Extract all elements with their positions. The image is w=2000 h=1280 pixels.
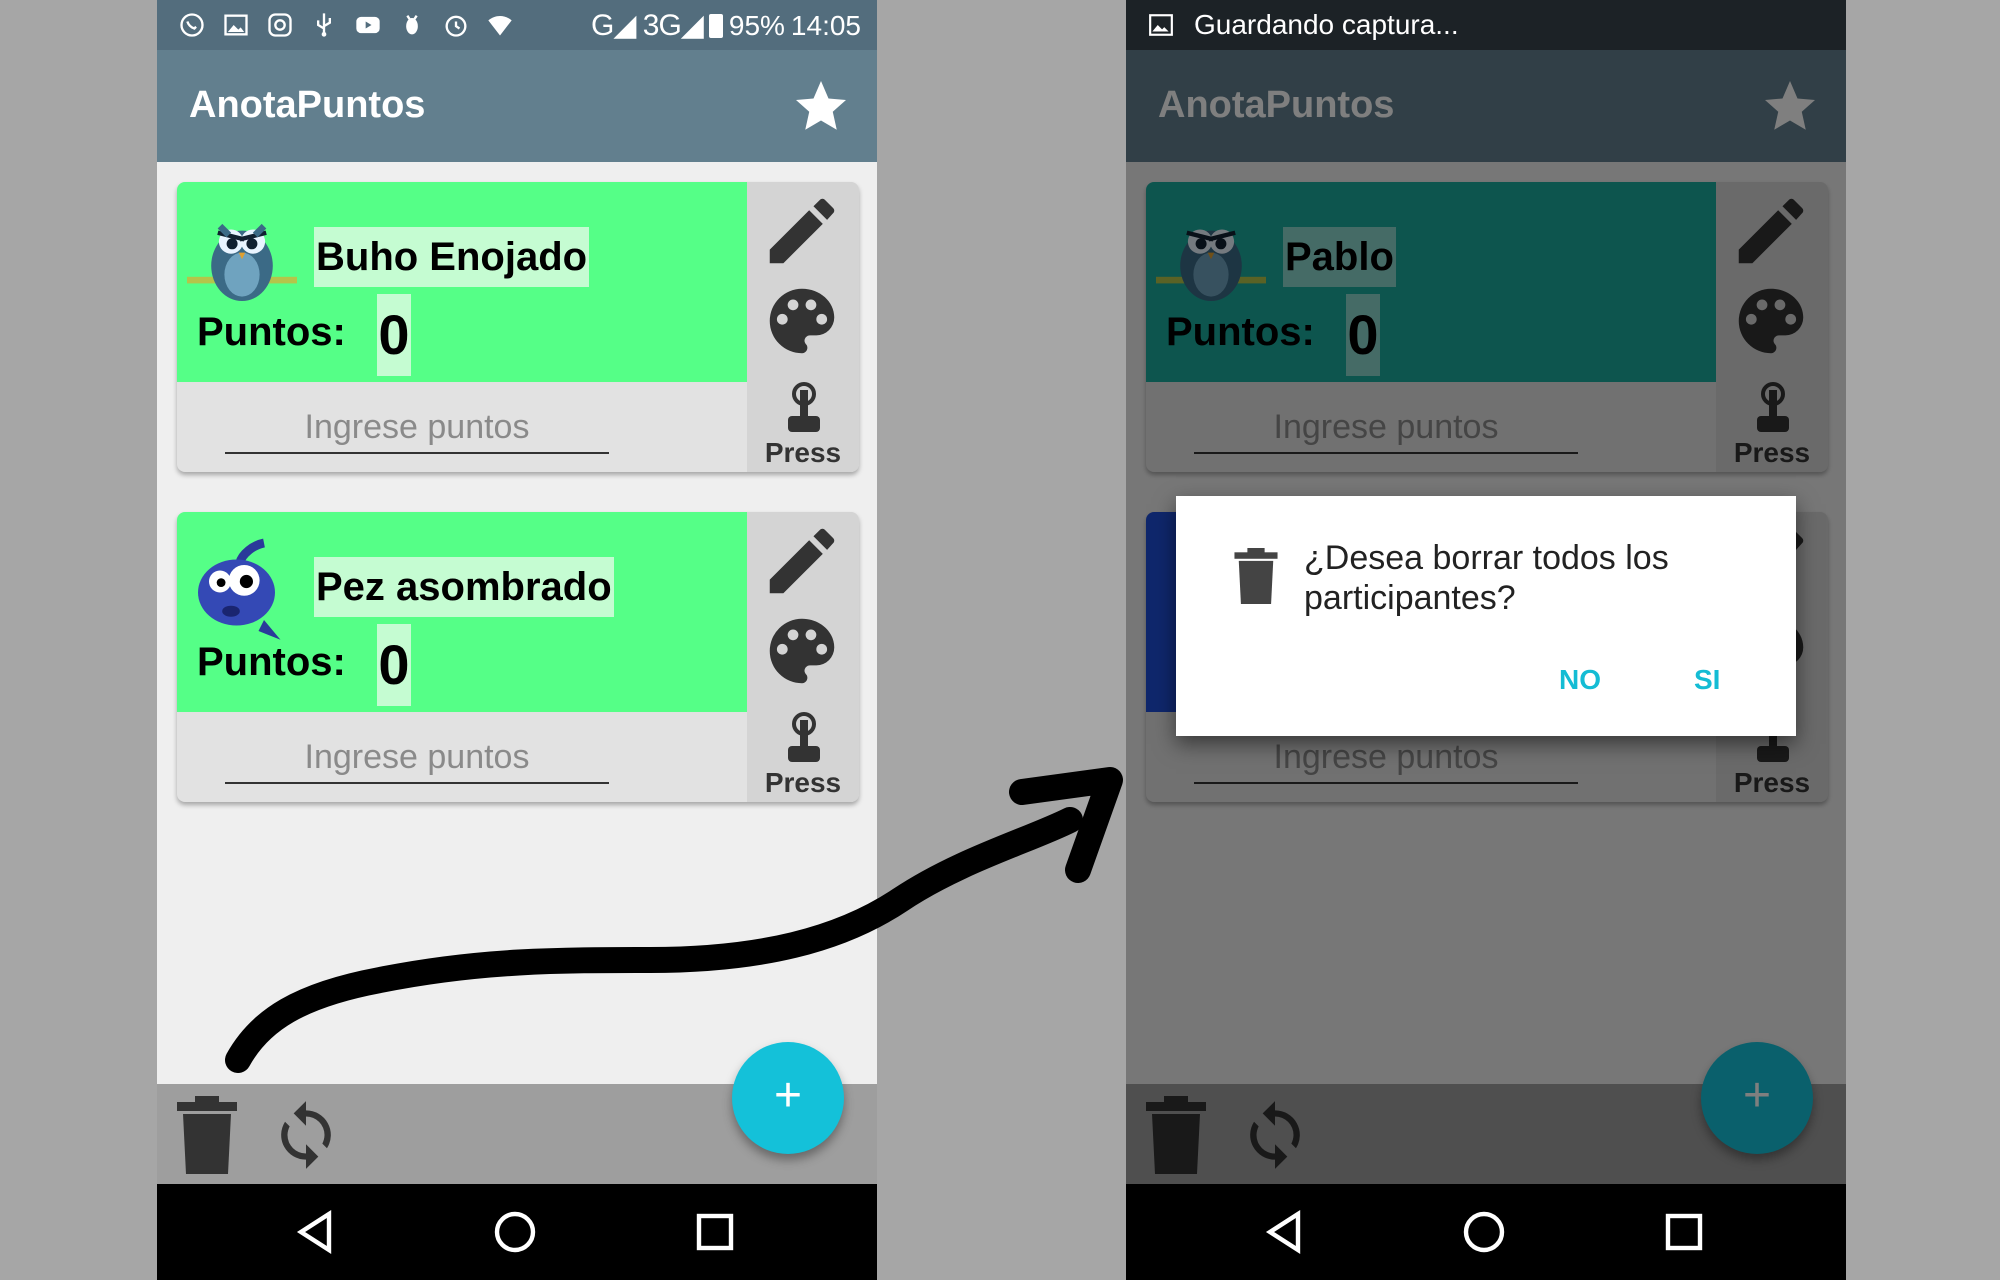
points-input[interactable]: Ingrese puntos (225, 732, 609, 784)
fish-avatar (198, 538, 281, 640)
participant-card: Buho Enojado Puntos: 0 Ingrese puntos Pr… (177, 182, 859, 472)
points-value: 0 (377, 624, 411, 706)
owl-avatar (187, 223, 297, 301)
left-phone-screen: G◢ 3G◢ 95% 14:05 AnotaPuntos Buho Enojad… (157, 0, 877, 1280)
usb-icon (309, 10, 339, 40)
dialog-message: ¿Desea borrar todos los participantes? (1304, 539, 1669, 617)
battery-icon (708, 13, 723, 38)
points-value: 0 (377, 294, 411, 376)
app-toolbar: AnotaPuntos (157, 50, 877, 162)
wifi-icon (485, 10, 515, 40)
youtube-icon (353, 10, 383, 40)
participant-name: Buho Enojado (314, 227, 590, 287)
add-participant-button[interactable]: + (732, 1042, 844, 1154)
participant-name: Pez asombrado (314, 557, 614, 617)
edit-pencil-icon[interactable] (759, 518, 845, 604)
status-right: G◢ 3G◢ 95% 14:05 (591, 8, 861, 43)
status-icons (177, 10, 515, 40)
yes-button[interactable]: SI (1694, 664, 1720, 696)
image-icon (1149, 14, 1173, 36)
navigation-bar (157, 1184, 877, 1280)
image-icon (221, 10, 251, 40)
alarm-icon (441, 10, 471, 40)
star-icon[interactable] (791, 76, 851, 136)
card-actions: Press (747, 512, 859, 802)
edit-pencil-icon[interactable] (759, 188, 845, 274)
trash-icon (1234, 548, 1278, 604)
navigation-bar (1126, 1184, 1846, 1280)
no-button[interactable]: NO (1559, 664, 1601, 696)
bug-icon (397, 10, 427, 40)
clock: 14:05 (790, 9, 861, 41)
touch-press-icon[interactable] (783, 712, 825, 764)
whatsapp-icon (177, 10, 207, 40)
notification-text: Guardando captura... (1194, 9, 1459, 40)
home-icon[interactable] (1460, 1208, 1508, 1256)
refresh-icon[interactable] (269, 1094, 343, 1176)
card-header: Pez asombrado Puntos: 0 (177, 512, 747, 712)
card-header: Buho Enojado Puntos: 0 (177, 182, 747, 382)
participant-card: Pez asombrado Puntos: 0 Ingrese puntos P… (177, 512, 859, 802)
home-icon[interactable] (491, 1208, 539, 1256)
notification-bar: Guardando captura... (1126, 0, 1846, 50)
app-title: AnotaPuntos (189, 84, 426, 126)
palette-icon[interactable] (759, 608, 845, 694)
right-phone-screen: AnotaPuntos Pablo Puntos: 0 Ingrese punt… (1126, 0, 1846, 1280)
press-label[interactable]: Press (747, 767, 859, 799)
network-indicator: G◢ 3G◢ (591, 9, 704, 42)
palette-icon[interactable] (759, 278, 845, 364)
battery-level: 95% (728, 9, 785, 41)
points-label: Puntos: (197, 640, 346, 684)
press-label[interactable]: Press (747, 437, 859, 469)
recents-icon[interactable] (691, 1208, 739, 1256)
points-input[interactable]: Ingrese puntos (225, 402, 609, 454)
recents-icon[interactable] (1660, 1208, 1708, 1256)
points-label: Puntos: (197, 310, 346, 354)
back-icon[interactable] (1260, 1208, 1308, 1256)
card-actions: Press (747, 182, 859, 472)
back-icon[interactable] (291, 1208, 339, 1256)
instagram-icon (265, 10, 295, 40)
trash-icon[interactable] (177, 1096, 237, 1174)
touch-press-icon[interactable] (783, 382, 825, 434)
confirm-dialog: ¿Desea borrar todos los participantes? N… (1176, 496, 1796, 736)
status-bar: G◢ 3G◢ 95% 14:05 (157, 0, 877, 50)
